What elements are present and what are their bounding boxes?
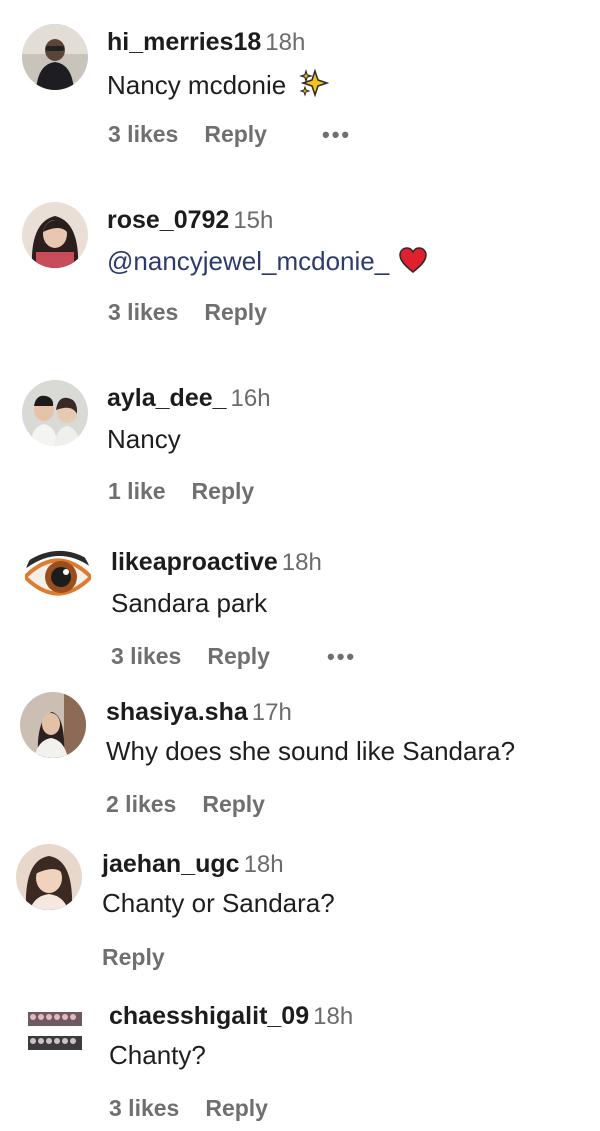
likes-count[interactable]: 3 likes (111, 643, 181, 669)
reply-button[interactable]: Reply (202, 791, 265, 817)
timestamp: 15h (233, 207, 274, 234)
comment-actions: 2 likes Reply (106, 793, 265, 816)
username[interactable]: shasiya.sha (106, 698, 248, 726)
likes-count[interactable]: 1 like (108, 478, 166, 504)
timestamp: 18h (243, 851, 284, 878)
comment-header: chaesshigalit_09 18h (109, 1004, 353, 1029)
username[interactable]: jaehan_ugc (102, 850, 240, 878)
comment-body: Chanty? (109, 1040, 206, 1070)
comment-header: ayla_dee_ 16h (107, 386, 271, 411)
comment-header: hi_merries18 18h (107, 30, 305, 55)
timestamp: 16h (230, 385, 271, 412)
comment-text: @nancyjewel_mcdonie_ (107, 246, 428, 278)
comment-text: Chanty? (109, 1042, 206, 1068)
comment-actions: 3 likes Reply (108, 123, 267, 146)
reply-button[interactable]: Reply (207, 643, 270, 669)
comment-item: rose_0792 15h @nancyjewel_mcdonie_ 3 like… (0, 178, 600, 328)
likes-count[interactable]: 3 likes (108, 299, 178, 325)
comment-body: Sandara park (111, 588, 268, 618)
comment-text: Nancy mcdonie (107, 68, 330, 102)
avatar[interactable] (22, 24, 88, 90)
username[interactable]: hi_merries18 (107, 28, 261, 56)
likes-count[interactable]: 3 likes (109, 1095, 179, 1121)
username[interactable]: chaesshigalit_09 (109, 1002, 309, 1030)
red-heart-icon (398, 246, 428, 278)
comment-body: Why does she sound like Sandara? (106, 736, 516, 766)
comment-item: likeaproactive 18h Sandara park 3 likes Re… (0, 520, 600, 670)
comment-body: Nancy (107, 424, 181, 454)
comment-body: Chanty or Sandara? (102, 888, 335, 918)
timestamp: 18h (313, 1003, 354, 1030)
sparkles-icon (299, 68, 330, 102)
reply-button[interactable]: Reply (205, 1095, 268, 1121)
mention-link[interactable]: @nancyjewel_mcdonie_ (107, 246, 389, 276)
timestamp: 17h (251, 699, 292, 726)
comment-text: Chanty or Sandara? (102, 890, 335, 916)
reply-button[interactable]: Reply (102, 944, 165, 970)
avatar[interactable] (16, 844, 82, 910)
avatar[interactable] (25, 544, 91, 610)
comment-item: ayla_dee_ 16h Nancy 1 like Reply (0, 356, 600, 506)
comment-text: Why does she sound like Sandara? (106, 738, 515, 764)
username[interactable]: ayla_dee_ (107, 384, 227, 412)
timestamp: 18h (265, 29, 306, 56)
avatar[interactable] (22, 202, 88, 268)
comment-text: Sandara park (111, 590, 267, 616)
more-options-button[interactable]: ••• (327, 646, 356, 668)
avatar[interactable] (22, 998, 88, 1064)
comment-header: shasiya.sha 17h (106, 700, 292, 725)
reply-button[interactable]: Reply (204, 299, 267, 325)
reply-button[interactable]: Reply (192, 478, 255, 504)
reply-button[interactable]: Reply (204, 121, 267, 147)
username[interactable]: likeaproactive (111, 548, 278, 576)
comment-actions: 3 likes Reply (111, 645, 270, 668)
comment-actions: 3 likes Reply (109, 1097, 268, 1120)
comment-text: Nancy (107, 426, 181, 452)
likes-count[interactable]: 2 likes (106, 791, 176, 817)
avatar[interactable] (22, 380, 88, 446)
comment-body: Nancy mcdonie (107, 70, 287, 100)
comment-item: hi_merries18 18h Nancy mcdonie 3 likes Rep… (0, 0, 600, 150)
likes-count[interactable]: 3 likes (108, 121, 178, 147)
username[interactable]: rose_0792 (107, 206, 229, 234)
avatar[interactable] (20, 692, 86, 758)
comment-item: shasiya.sha 17h Why does she sound like S… (0, 668, 600, 818)
comment-item: chaesshigalit_09 18h Chanty? 3 likes Reply (0, 976, 600, 1126)
more-options-button[interactable]: ••• (322, 124, 351, 146)
timestamp: 18h (281, 549, 322, 576)
comment-header: rose_0792 15h (107, 208, 273, 233)
comment-header: jaehan_ugc 18h (102, 852, 284, 877)
comment-actions: 3 likes Reply (108, 301, 267, 324)
comment-actions: Reply (102, 946, 165, 969)
comment-header: likeaproactive 18h (111, 550, 322, 575)
comment-actions: 1 like Reply (108, 480, 254, 503)
comment-item: jaehan_ugc 18h Chanty or Sandara? Reply (0, 820, 600, 970)
